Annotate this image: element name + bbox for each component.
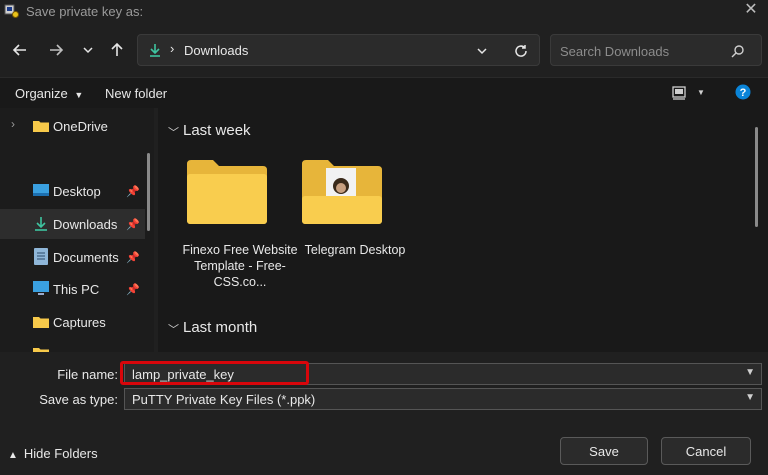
expand-chevron-icon[interactable]: › — [11, 117, 15, 131]
save-type-dropdown-chevron-icon[interactable]: ▼ — [745, 392, 755, 403]
forward-arrow-icon[interactable] — [44, 38, 68, 62]
recent-chevron-down-icon[interactable] — [76, 38, 100, 62]
address-dropdown-chevron-icon[interactable] — [476, 45, 488, 57]
help-icon[interactable]: ? — [735, 84, 751, 100]
breadcrumb-chevron-icon: › — [170, 41, 175, 56]
sidebar-item-label: Captures — [53, 314, 106, 330]
sidebar-scrollbar[interactable] — [147, 153, 150, 231]
command-bar: Organize ▼ New folder ▼ ? — [0, 78, 768, 108]
putty-key-icon — [4, 4, 19, 18]
folder-icon — [33, 317, 49, 328]
save-button[interactable]: Save — [560, 437, 648, 465]
pin-icon: 📌 — [126, 283, 140, 296]
sidebar-item-label: OneDrive — [53, 118, 108, 134]
group-header-last-month[interactable]: Last month — [183, 319, 257, 336]
pin-icon: 📌 — [126, 185, 140, 198]
pin-icon: 📌 — [126, 251, 140, 264]
file-list-scrollbar[interactable] — [755, 127, 758, 227]
collapse-chevron-icon[interactable]: ﹀ — [168, 124, 179, 140]
chevron-up-icon: ▲ — [8, 450, 18, 461]
navigation-pane: › OneDrive Desktop 📌 Downloads 📌 Documen… — [0, 108, 154, 352]
view-caret-icon[interactable]: ▼ — [697, 88, 705, 97]
folder-with-file-icon — [302, 160, 382, 224]
save-type-label: Save as type: — [39, 392, 118, 407]
svg-text:?: ? — [740, 87, 747, 99]
cloud-folder-icon — [33, 121, 49, 132]
organize-caret-icon: ▼ — [74, 90, 84, 100]
list-item-telegram-folder[interactable]: Telegram Desktop — [295, 154, 415, 284]
download-icon — [35, 217, 47, 231]
view-options-icon[interactable] — [671, 85, 687, 101]
collapse-chevron-icon[interactable]: ﹀ — [168, 321, 179, 337]
file-name-dropdown-chevron-icon[interactable]: ▼ — [745, 367, 755, 378]
item-label: Telegram Desktop — [304, 243, 406, 257]
pin-icon: 📌 — [126, 218, 140, 231]
item-label: Finexo Free Website Template - Free-CSS.… — [182, 243, 298, 289]
sidebar-item-documents[interactable]: Documents 📌 — [0, 242, 145, 272]
download-icon — [150, 44, 160, 57]
computer-icon — [33, 281, 49, 295]
organize-label: Organize — [15, 86, 68, 101]
file-list: ﹀ Last week Finexo Free Website Template… — [158, 108, 768, 352]
sidebar-item-desktop[interactable]: Desktop 📌 — [0, 176, 145, 206]
search-placeholder: Search Downloads — [560, 44, 670, 59]
breadcrumb-downloads[interactable]: Downloads — [184, 43, 248, 58]
save-type-value: PuTTY Private Key Files (*.ppk) — [132, 392, 316, 407]
refresh-icon[interactable] — [513, 43, 529, 59]
sidebar-item-downloads[interactable]: Downloads 📌 — [0, 209, 145, 239]
hide-folders-button[interactable]: ▲ Hide Folders — [8, 446, 98, 461]
hide-folders-label: Hide Folders — [23, 446, 98, 461]
search-icon — [731, 45, 744, 58]
sidebar-item-onedrive[interactable]: › OneDrive — [0, 111, 145, 141]
window-title: Save private key as: — [26, 4, 144, 19]
sidebar-item-captures[interactable]: Captures — [0, 307, 145, 337]
new-folder-button[interactable]: New folder — [105, 86, 167, 101]
search-input[interactable]: Search Downloads — [550, 34, 762, 66]
file-name-label: File name: — [57, 367, 118, 382]
address-bar[interactable]: › Downloads — [137, 34, 540, 66]
up-arrow-icon[interactable] — [105, 38, 129, 62]
cancel-button[interactable]: Cancel — [661, 437, 751, 465]
sidebar-item-this-pc[interactable]: This PC 📌 — [0, 274, 145, 304]
document-icon — [34, 248, 48, 265]
organize-button[interactable]: Organize ▼ — [15, 86, 83, 101]
back-arrow-icon[interactable] — [8, 38, 32, 62]
list-item-finexo-folder[interactable]: Finexo Free Website Template - Free-CSS.… — [180, 154, 300, 314]
folder-icon — [187, 160, 267, 224]
sidebar-item-label: Desktop — [53, 183, 101, 199]
sidebar-item-label: Documents — [53, 249, 119, 265]
group-header-last-week[interactable]: Last week — [183, 122, 251, 139]
sidebar-item-label: Downloads — [53, 216, 118, 232]
save-type-select[interactable]: PuTTY Private Key Files (*.ppk) ▼ — [124, 388, 762, 410]
desktop-icon — [33, 184, 49, 196]
close-icon[interactable]: ✕ — [740, 0, 762, 22]
sidebar-item-label: This PC — [53, 281, 100, 297]
highlight-box — [120, 361, 309, 385]
